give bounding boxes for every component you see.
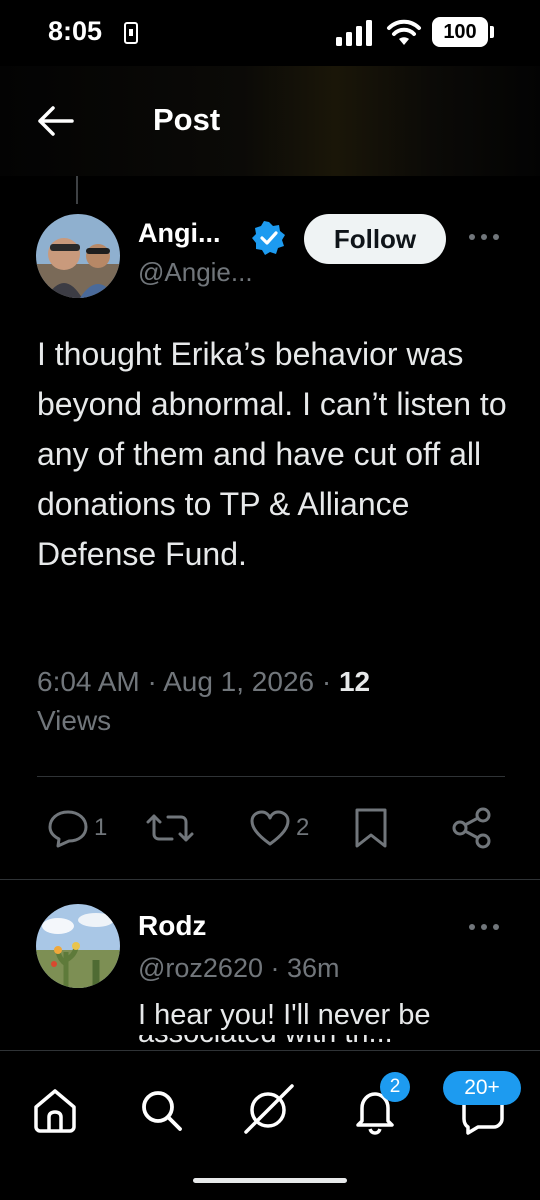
cellular-signal-icon [336,20,372,46]
notifications-badge: 2 [380,1072,410,1102]
heart-icon [250,810,290,846]
post-timestamp: 6:04 AM · Aug 1, 2026 · [37,666,339,697]
repost-button[interactable] [144,806,200,850]
reply-meta: @roz2620 · 36m [138,953,340,983]
reply-icon [48,810,88,848]
like-count: 2 [296,814,310,841]
search-icon[interactable] [136,1085,186,1135]
author-name[interactable]: Angi... [138,218,221,249]
home-indicator [193,1178,347,1183]
share-button[interactable] [450,806,494,850]
follow-button[interactable]: Follow [304,214,446,264]
author-handle[interactable]: @Angie... [138,257,253,288]
divider [0,879,540,880]
divider [37,776,505,777]
reply-text-overflow: associated with th... [138,1035,508,1049]
status-time: 8:05 [48,16,103,46]
bookmark-icon [355,808,387,848]
views-count: 12 [338,666,371,697]
more-options-icon[interactable] [464,222,504,252]
page-title: Post [153,102,221,137]
author-avatar[interactable] [36,214,120,298]
more-options-icon[interactable] [464,912,504,942]
grok-icon[interactable] [240,1080,298,1138]
wifi-icon [387,19,421,45]
post-text: I thought Erika’s behavior was beyond ab… [37,336,507,572]
home-icon[interactable] [30,1085,80,1135]
top-header [0,66,540,176]
reply-text: I hear you! I'll never be [138,999,431,1031]
share-icon [452,807,491,849]
battery-nub [490,26,494,38]
post-meta: 6:04 AM · Aug 1, 2026 · 12 Views [37,662,507,740]
views-label: Views [37,705,112,736]
reply-author-name[interactable]: Rodz [138,910,206,942]
battery-indicator: 100 [432,17,488,47]
sim-download-icon [124,22,138,44]
reply-count: 1 [94,814,108,841]
bookmark-button[interactable] [352,806,390,850]
messages-badge: 20+ [443,1071,521,1105]
reply-button[interactable]: 1 [46,806,107,850]
repost-icon [146,814,194,842]
thread-connector-line [76,176,78,204]
reply-text-line2: associated with th... [138,1035,508,1049]
like-button[interactable]: 2 [248,806,309,850]
verified-badge-icon [252,221,285,255]
reply-author-avatar[interactable] [36,904,120,988]
arrow-left-icon[interactable] [36,103,76,139]
